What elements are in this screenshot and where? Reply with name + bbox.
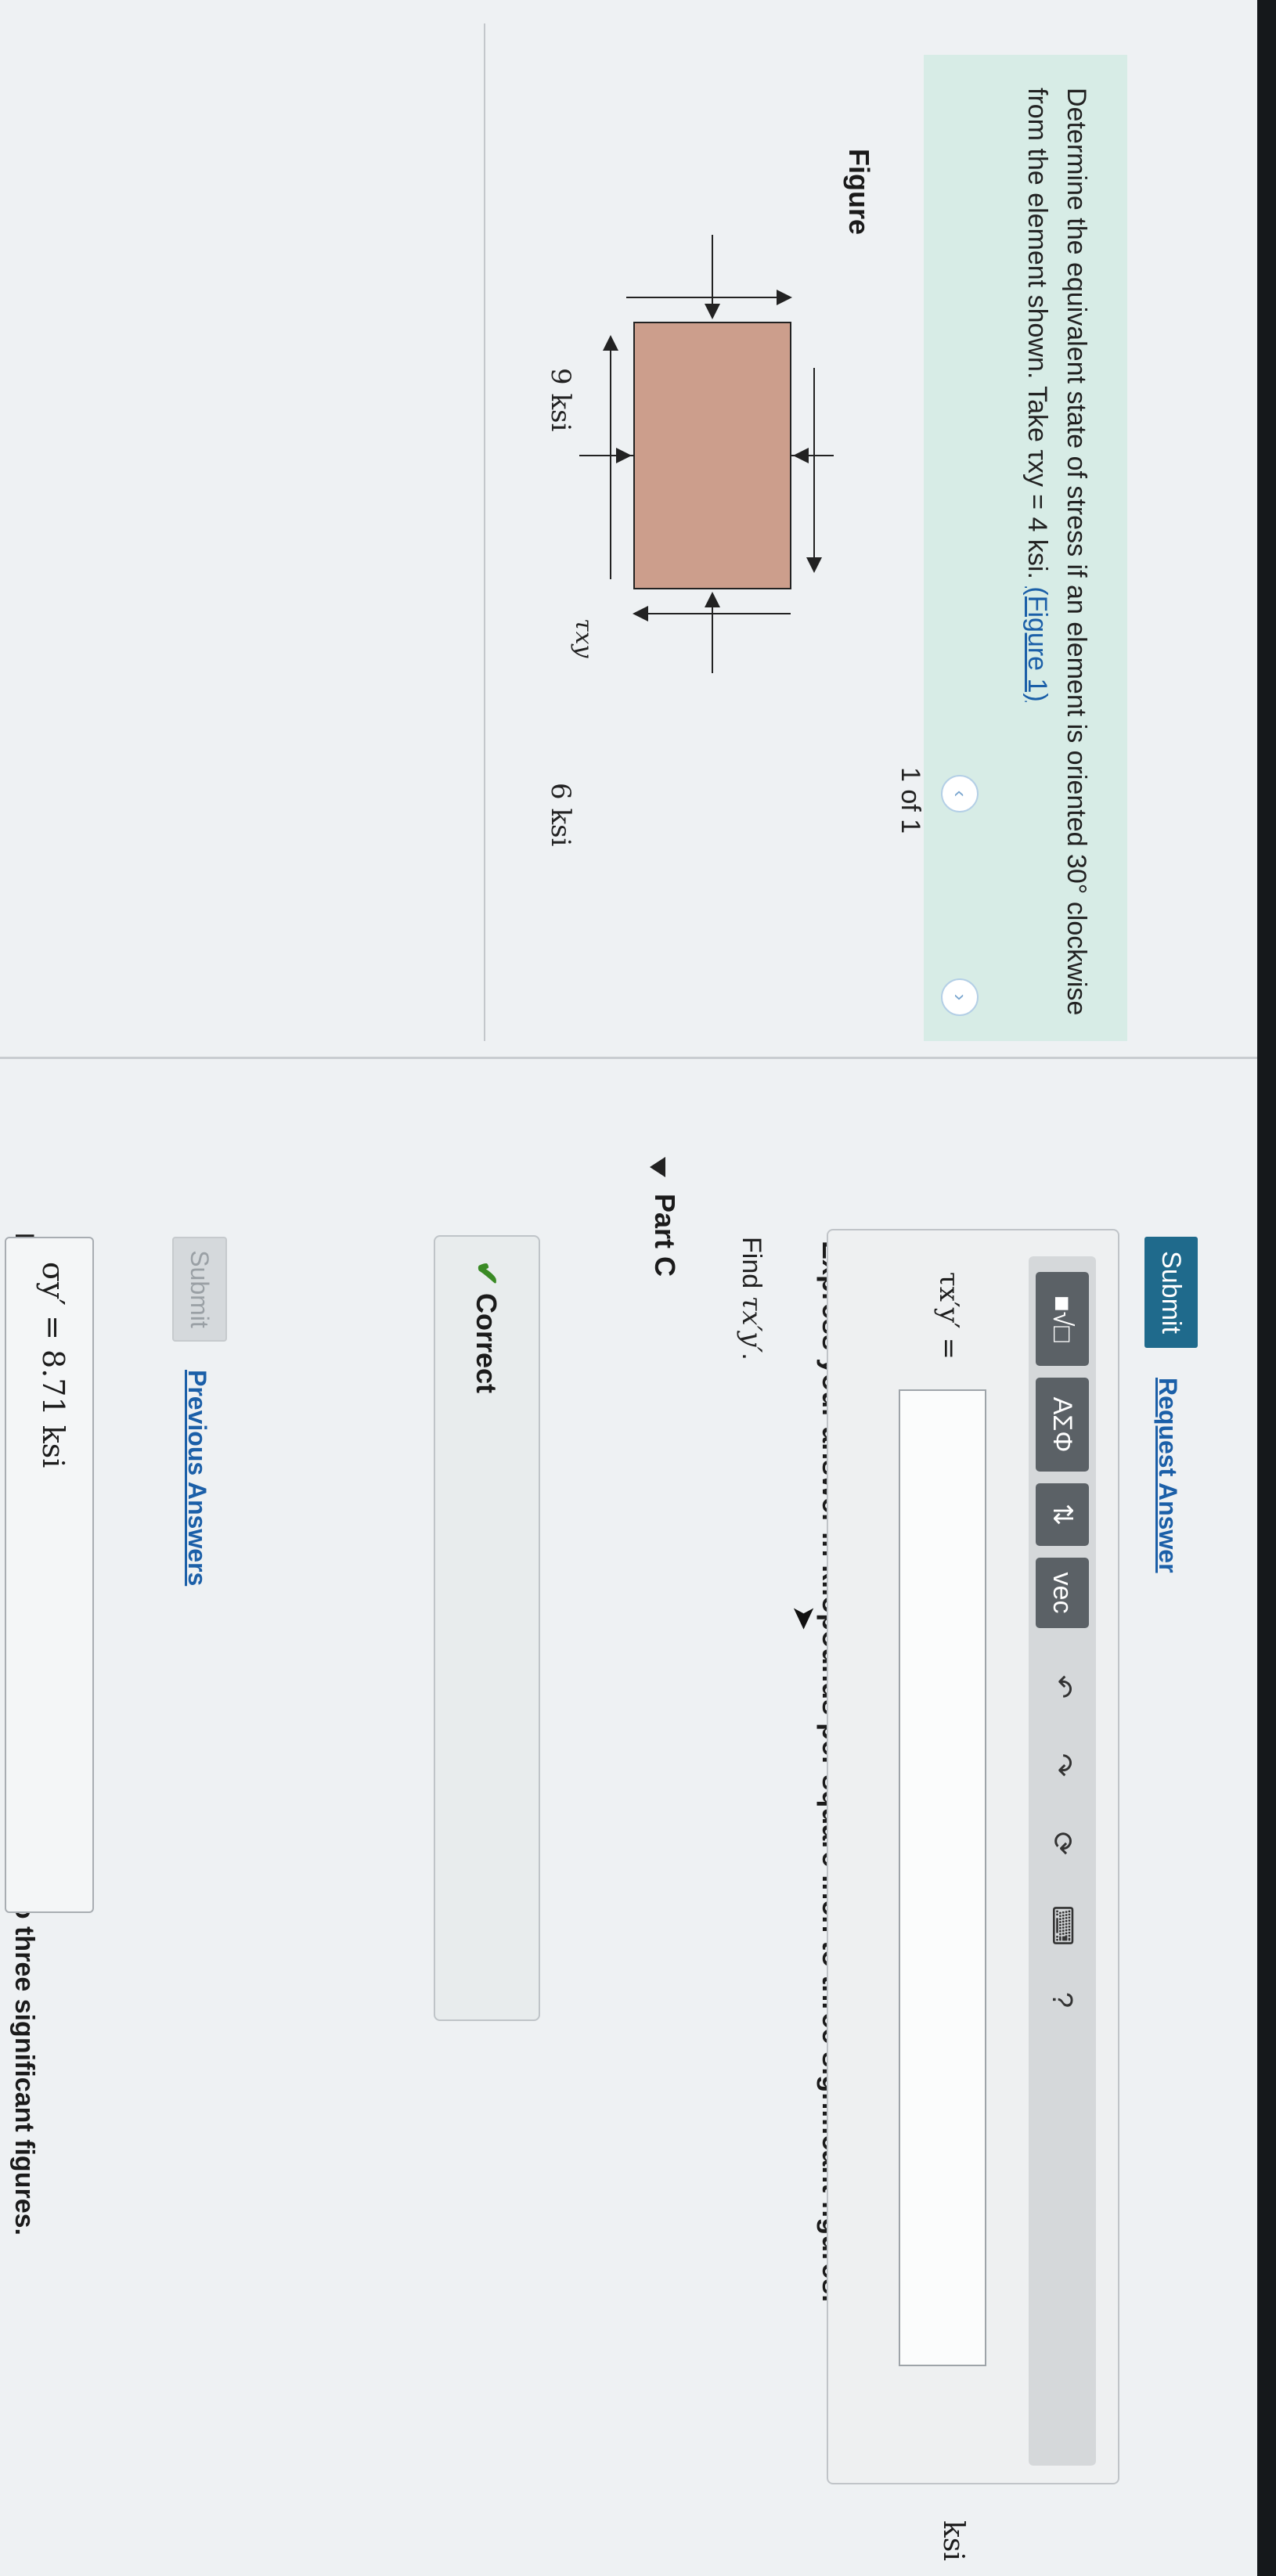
request-answer-link[interactable]: Request Answer [1153,1378,1182,1573]
answer-input[interactable] [899,1389,986,2366]
column-divider [0,1057,1257,1059]
vec-button[interactable]: vec [1036,1558,1089,1628]
next-figure-button[interactable]: › [941,978,979,1016]
chevron-right-icon: › [949,993,972,1001]
stress-element-square [633,322,791,589]
label-9ksi: 9 ksi [545,368,576,431]
previous-answers-link[interactable]: Previous Answers [182,1370,211,1586]
check-icon: ✔ [469,1260,503,1287]
part-b-submit-button: Submit [172,1237,227,1342]
chevron-left-icon: ‹ [949,790,972,798]
greek-button[interactable]: ΑΣΦ [1036,1378,1089,1472]
figure-heading: Figure [843,149,875,236]
stress-element-figure: 9 ksi 6 ksi τxy [545,235,834,846]
page: Determine the equivalent state of stress… [0,0,1276,2576]
label-tau-xy: τxy [570,618,597,659]
figure-pager-text: 1 of 1 [896,767,925,834]
reset-icon[interactable]: ⟳ [1036,1820,1089,1867]
part-b-answer-box: σy′ = 8.71 ksi [5,1237,94,1913]
previous-figure-button[interactable]: ‹ [941,775,979,812]
unit-label: ksi [937,2520,969,2561]
part-c-title[interactable]: Part C [648,1194,681,1277]
pointer-cursor-icon: ➤ [787,1605,821,1631]
templates-button[interactable]: ■√□ [1036,1272,1089,1366]
problem-statement: Determine the equivalent state of stress… [924,55,1127,1041]
part-b-answer: σy′ = 8.71 ksi [36,1262,70,1468]
figure-divider [484,23,485,1041]
figure-link[interactable]: (Figure 1) [1022,586,1052,701]
redo-icon[interactable]: ↷ [1036,1742,1089,1789]
correct-label: Correct [470,1293,503,1394]
label-6ksi: 6 ksi [545,783,576,846]
arrows-button[interactable]: ⇅ [1036,1483,1089,1546]
find-symbol: τx′y′ [736,1295,767,1353]
variable-label: τx′y′ = [933,1272,964,1360]
triangle-down-icon[interactable] [650,1157,665,1177]
top-bar [1257,0,1276,2576]
problem-text: Determine the equivalent state of stress… [1022,88,1091,1016]
correct-banner: ✔ Correct [434,1235,540,2021]
keyboard-icon[interactable]: ⌨ [1036,1898,1089,1953]
equation-toolbar: ■√□ ΑΣΦ ⇅ vec ↶ ↷ ⟳ ⌨ ? [1029,1256,1096,2466]
part-c-find: Find τx′y′. [736,1237,767,1360]
undo-icon[interactable]: ↶ [1036,1663,1089,1710]
submit-button[interactable]: Submit [1144,1237,1198,1348]
find-prefix: Find [737,1237,766,1289]
help-button[interactable]: ? [1036,1976,1089,2023]
